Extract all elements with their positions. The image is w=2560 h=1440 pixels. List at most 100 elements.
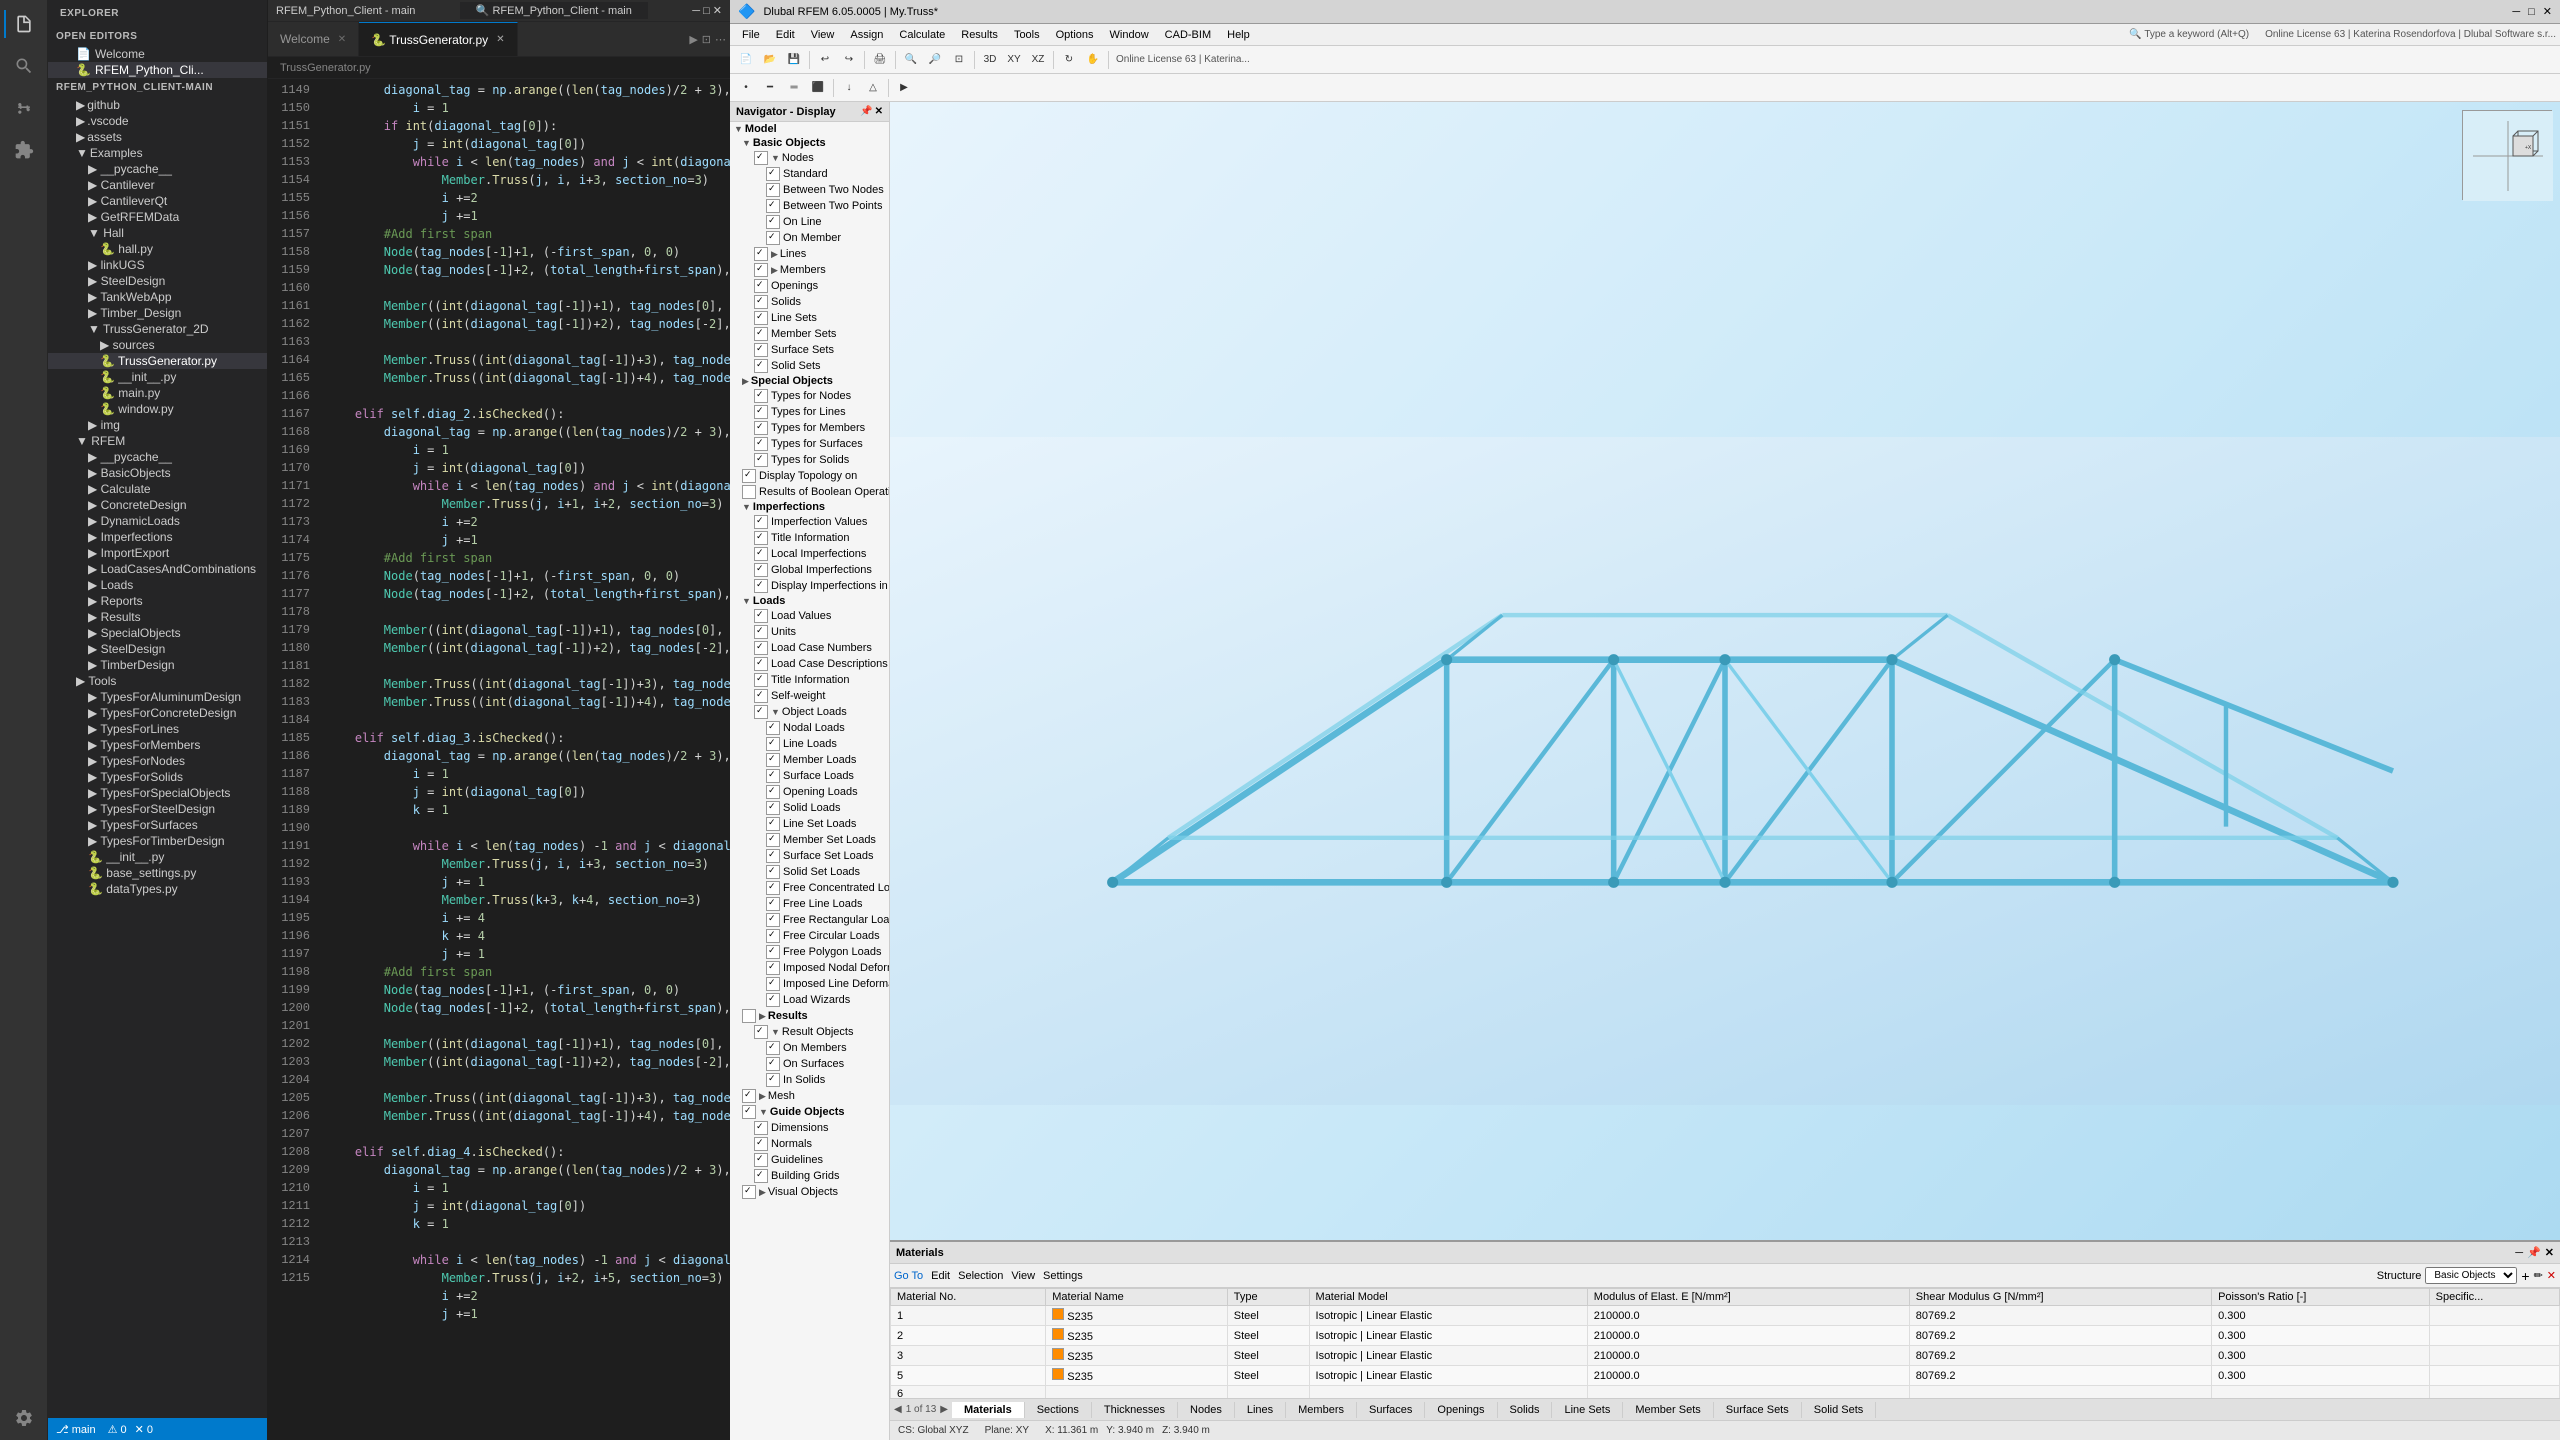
nav-solid-sets[interactable]: Solid Sets xyxy=(730,358,889,374)
folder-rfem[interactable]: ▼ RFEM xyxy=(48,433,267,449)
menu-results[interactable]: Results xyxy=(953,27,1006,43)
nav-self-weight[interactable]: Self-weight xyxy=(730,688,889,704)
folder-specialobjects[interactable]: ▶ SpecialObjects xyxy=(48,625,267,641)
menu-view[interactable]: View xyxy=(803,27,843,43)
folder-basicobjects[interactable]: ▶ BasicObjects xyxy=(48,465,267,481)
menu-window[interactable]: Window xyxy=(1102,27,1157,43)
tab-thicknesses[interactable]: Thicknesses xyxy=(1092,1402,1178,1418)
nav-line-set-loads[interactable]: Line Set Loads xyxy=(730,816,889,832)
nav-nodes[interactable]: ▼ Nodes xyxy=(730,150,889,166)
nav-types-solids[interactable]: Types for Solids xyxy=(730,452,889,468)
nav-pin-icon[interactable]: 📌 xyxy=(860,106,872,117)
folder-github[interactable]: ▶ github xyxy=(48,97,267,113)
nav-building-grids[interactable]: Building Grids xyxy=(730,1168,889,1184)
folder-tools[interactable]: ▶ Tools xyxy=(48,673,267,689)
folder-typesnodes[interactable]: ▶ TypesForNodes xyxy=(48,753,267,769)
folder-results[interactable]: ▶ Results xyxy=(48,609,267,625)
open-file-welcome[interactable]: 📄Welcome xyxy=(48,46,267,62)
mat-row-1[interactable]: 1 S235 Steel Isotropic | Linear Elastic … xyxy=(891,1306,2560,1326)
menu-calculate[interactable]: Calculate xyxy=(891,27,953,43)
nav-nodes-on-line[interactable]: On Line xyxy=(730,214,889,230)
menu-assign[interactable]: Assign xyxy=(842,27,891,43)
folder-hall[interactable]: ▼ Hall xyxy=(48,225,267,241)
nav-opening-loads[interactable]: Opening Loads xyxy=(730,784,889,800)
tb2-surface[interactable]: ⬛ xyxy=(807,77,829,99)
tab-trussgenerator[interactable]: 🐍 TrussGenerator.py ✕ xyxy=(359,22,517,56)
file-datatypes[interactable]: 🐍 dataTypes.py xyxy=(48,881,267,897)
nav-close-icon[interactable]: ✕ xyxy=(875,106,883,117)
file-windowpy[interactable]: 🐍 window.py xyxy=(48,401,267,417)
nav-solids[interactable]: Solids xyxy=(730,294,889,310)
nav-display-imperfections[interactable]: Display Imperfections in Loa... xyxy=(730,578,889,594)
folder-timberdesign2[interactable]: ▶ TimberDesign xyxy=(48,657,267,673)
nav-surface-sets[interactable]: Surface Sets xyxy=(730,342,889,358)
tb-open[interactable]: 📂 xyxy=(759,49,781,71)
maximize-icon[interactable]: □ xyxy=(2528,6,2535,18)
tb-pan[interactable]: ✋ xyxy=(1082,49,1104,71)
tab-nodes[interactable]: Nodes xyxy=(1178,1402,1235,1418)
tb-new[interactable]: 📄 xyxy=(735,49,757,71)
nav-on-members[interactable]: On Members xyxy=(730,1040,889,1056)
mat-row-2[interactable]: 2 S235 Steel Isotropic | Linear Elastic … xyxy=(891,1326,2560,1346)
nav-member-loads[interactable]: Member Loads xyxy=(730,752,889,768)
mat-edit[interactable]: Edit xyxy=(931,1270,950,1282)
open-file-trussgenerator[interactable]: 🐍RFEM_Python_Cli... xyxy=(48,62,267,78)
tb-print[interactable]: 🖨 xyxy=(869,49,891,71)
tb2-load[interactable]: ↓ xyxy=(838,77,860,99)
nav-visual-objects[interactable]: ▶ Visual Objects xyxy=(730,1184,889,1200)
split-editor-icon[interactable]: ⊡ xyxy=(702,33,711,46)
nav-display-topology[interactable]: Display Topology on xyxy=(730,468,889,484)
nav-results-boolean[interactable]: Results of Boolean Operations xyxy=(730,484,889,500)
folder-trussgenerator2d[interactable]: ▼ TrussGenerator_2D xyxy=(48,321,267,337)
search-icon[interactable] xyxy=(4,46,44,86)
mat-close-icon[interactable]: ✕ xyxy=(2545,1246,2554,1259)
nav-lines[interactable]: ▶ Lines xyxy=(730,246,889,262)
nav-member-sets[interactable]: Member Sets xyxy=(730,326,889,342)
folder-typessolids[interactable]: ▶ TypesForSolids xyxy=(48,769,267,785)
menu-help[interactable]: Help xyxy=(1219,27,1258,43)
folder-typeslines[interactable]: ▶ TypesForLines xyxy=(48,721,267,737)
nav-load-values[interactable]: Load Values xyxy=(730,608,889,624)
mat-tb-delete[interactable]: ✕ xyxy=(2547,1269,2556,1282)
folder-rfem-pycache[interactable]: ▶ __pycache__ xyxy=(48,449,267,465)
mat-view[interactable]: View xyxy=(1011,1270,1035,1282)
nav-free-circ-loads[interactable]: Free Circular Loads xyxy=(730,928,889,944)
folder-typesspecial[interactable]: ▶ TypesForSpecialObjects xyxy=(48,785,267,801)
navigator-tree[interactable]: ▼ Model ▼ Basic Objects ▼ Nodes Standard xyxy=(730,122,889,1440)
nav-openings[interactable]: Openings xyxy=(730,278,889,294)
tab-openings[interactable]: Openings xyxy=(1425,1402,1497,1418)
tab-solid-sets[interactable]: Solid Sets xyxy=(1802,1402,1877,1418)
mat-pin-icon[interactable]: 📌 xyxy=(2527,1246,2541,1259)
nav-nodal-loads[interactable]: Nodal Loads xyxy=(730,720,889,736)
file-trussgeneratorpy[interactable]: 🐍 TrussGenerator.py xyxy=(48,353,267,369)
nav-loads[interactable]: ▼ Loads xyxy=(730,594,889,608)
nav-dimensions[interactable]: Dimensions xyxy=(730,1120,889,1136)
explorer-icon[interactable] xyxy=(4,4,44,44)
mat-goto[interactable]: Go To xyxy=(894,1270,923,1282)
close-trussgenerator-icon[interactable]: ✕ xyxy=(496,34,504,45)
file-mainpy[interactable]: 🐍 main.py xyxy=(48,385,267,401)
nav-solid-loads[interactable]: Solid Loads xyxy=(730,800,889,816)
nav-imposed-nodal[interactable]: Imposed Nodal Deforma... xyxy=(730,960,889,976)
nav-surface-set-loads[interactable]: Surface Set Loads xyxy=(730,848,889,864)
folder-cantilever[interactable]: ▶ Cantilever xyxy=(48,177,267,193)
page-nav-next[interactable]: ▶ xyxy=(940,1404,948,1415)
folder-tankwebapp[interactable]: ▶ TankWebApp xyxy=(48,289,267,305)
folder-typessteel[interactable]: ▶ TypesForSteelDesign xyxy=(48,801,267,817)
nav-nodes-two-nodes[interactable]: Between Two Nodes xyxy=(730,182,889,198)
menu-file[interactable]: File xyxy=(734,27,768,43)
nav-guide-objects[interactable]: ▼ Guide Objects xyxy=(730,1104,889,1120)
folder-dynamicloads[interactable]: ▶ DynamicLoads xyxy=(48,513,267,529)
nav-members[interactable]: ▶ Members xyxy=(730,262,889,278)
folder-typestimber[interactable]: ▶ TypesForTimberDesign xyxy=(48,833,267,849)
tb-zoom-in[interactable]: 🔍 xyxy=(900,49,922,71)
nav-nodes-on-member[interactable]: On Member xyxy=(730,230,889,246)
tb-fit[interactable]: ⊡ xyxy=(948,49,970,71)
folder-img[interactable]: ▶ img xyxy=(48,417,267,433)
tb2-calculate[interactable]: ▶ xyxy=(893,77,915,99)
folder-examples[interactable]: ▼ Examples xyxy=(48,145,267,161)
tab-welcome[interactable]: Welcome ✕ xyxy=(268,22,359,56)
mat-tb-add[interactable]: + xyxy=(2521,1268,2529,1284)
menu-options[interactable]: Options xyxy=(1048,27,1102,43)
nav-imperfection-values[interactable]: Imperfection Values xyxy=(730,514,889,530)
